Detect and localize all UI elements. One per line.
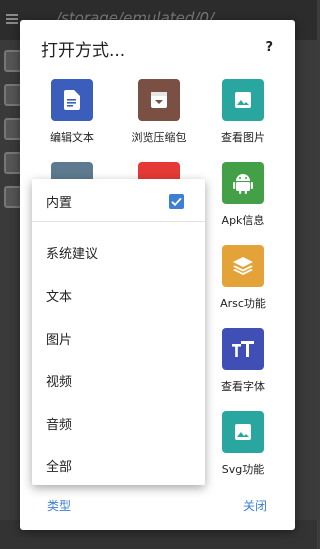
android-icon: [222, 162, 264, 204]
close-button[interactable]: 关闭: [243, 497, 267, 514]
app-label: Svg功能: [221, 463, 265, 476]
app-arsc[interactable]: Arsc功能: [198, 245, 288, 311]
layers-icon: [222, 245, 264, 287]
check-icon: [171, 197, 182, 207]
checkbox-checked[interactable]: [169, 194, 184, 209]
app-svg[interactable]: Svg功能: [198, 411, 288, 477]
app-apk-info[interactable]: Apk信息: [198, 162, 288, 228]
menu-divider: [32, 221, 205, 222]
image-icon: [222, 79, 264, 121]
menu-item-system-suggest[interactable]: 系统建议: [46, 243, 98, 262]
type-dropdown-menu: 内置 系统建议 文本 图片 视频 音频 全部: [32, 179, 205, 485]
menu-item-video[interactable]: 视频: [46, 371, 72, 390]
app-view-image[interactable]: 查看图片: [198, 79, 288, 145]
menu-item-image[interactable]: 图片: [46, 329, 72, 348]
type-button[interactable]: 类型: [47, 497, 71, 514]
dialog-title: 打开方式...: [41, 41, 126, 61]
app-label: 查看图片: [221, 131, 265, 144]
help-button[interactable]: ?: [265, 40, 273, 55]
app-view-font[interactable]: 查看字体: [198, 328, 288, 394]
menu-item-all[interactable]: 全部: [46, 456, 72, 475]
app-label: Arsc功能: [220, 297, 266, 310]
menu-item-builtin[interactable]: 内置: [46, 192, 72, 211]
font-icon: [222, 328, 264, 370]
archive-icon: [138, 79, 180, 121]
app-label: Apk信息: [221, 214, 265, 227]
app-label: 浏览压缩包: [131, 131, 187, 144]
menu-item-text[interactable]: 文本: [46, 286, 72, 305]
menu-icon: [6, 14, 18, 24]
app-browse-archive[interactable]: 浏览压缩包: [114, 79, 204, 145]
image-icon: [222, 411, 264, 453]
menu-item-audio[interactable]: 音频: [46, 414, 72, 433]
app-label: 查看字体: [221, 380, 265, 393]
app-label: 编辑文本: [50, 131, 94, 144]
document-icon: [51, 79, 93, 121]
app-edit-text[interactable]: 编辑文本: [27, 79, 117, 145]
